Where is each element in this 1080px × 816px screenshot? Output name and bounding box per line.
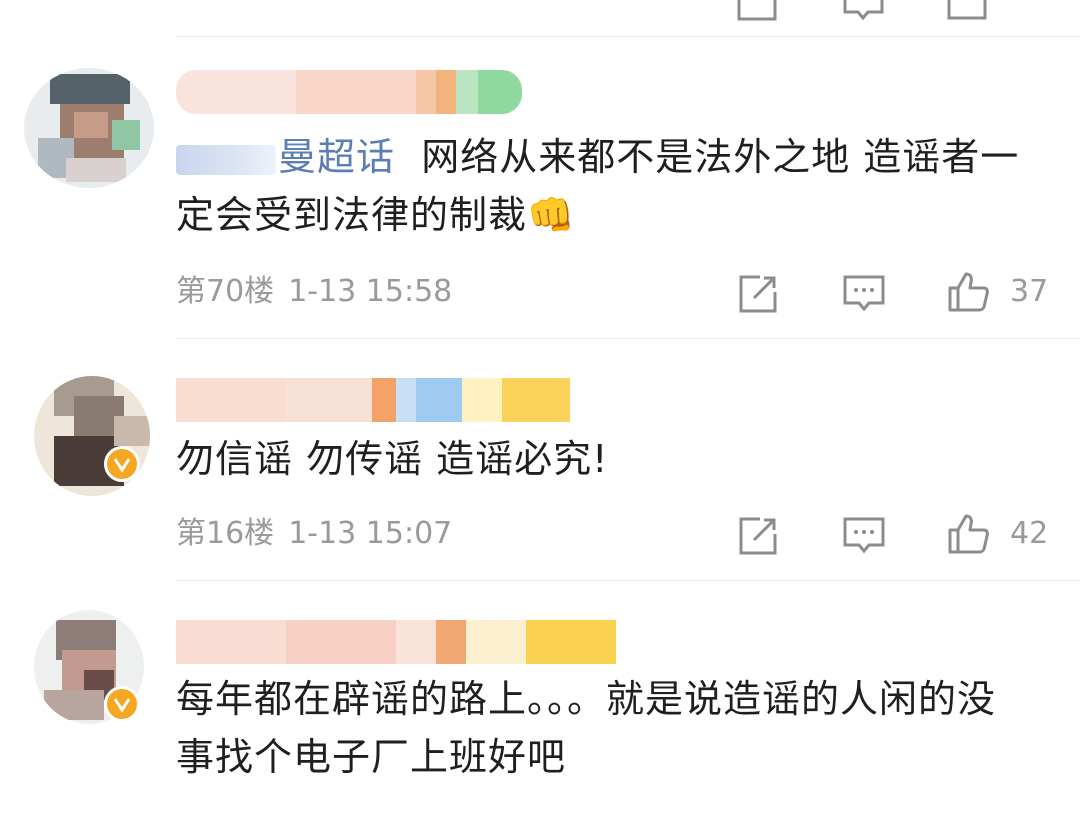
divider	[176, 580, 1080, 581]
username-blurred[interactable]	[176, 70, 522, 114]
username-blurred[interactable]	[176, 378, 570, 422]
comment-icon[interactable]	[842, 0, 886, 24]
thumbs-up-icon[interactable]	[946, 0, 990, 24]
like-count: 37	[1010, 274, 1049, 309]
comment-text: 每年都在辟谣的路上。。。就是说造谣的人闲的没事找个电子厂上班好吧	[176, 670, 1020, 786]
topic-link[interactable]: 曼超话	[278, 135, 395, 179]
topic-mask	[176, 144, 276, 175]
comment-icon[interactable]	[842, 272, 886, 316]
like-count: 42	[1010, 516, 1049, 551]
fist-emoji: 👊	[527, 193, 576, 237]
comment-meta: 第70楼 1-13 15:58	[176, 272, 452, 312]
previous-comment-meta	[0, 0, 1080, 36]
divider	[176, 338, 1080, 339]
verified-badge-icon	[104, 686, 140, 722]
timestamp: 1-13 15:58	[288, 274, 453, 309]
username-blurred[interactable]	[176, 620, 616, 664]
comment-meta: 第16楼 1-13 15:07	[176, 514, 452, 554]
divider	[176, 36, 1080, 37]
verified-badge-icon	[104, 446, 140, 482]
comment-body: 勿信谣 勿传谣 造谣必究!	[176, 437, 609, 481]
share-icon[interactable]	[736, 0, 780, 24]
comment-text: 勿信谣 勿传谣 造谣必究!	[176, 430, 1020, 488]
avatar[interactable]	[24, 68, 154, 188]
share-icon[interactable]	[736, 272, 780, 316]
floor-number: 第70楼	[176, 274, 275, 309]
timestamp: 1-13 15:07	[288, 516, 453, 551]
comment-text: 曼超话 网络从来都不是法外之地 造谣者一定会受到法律的制裁👊	[176, 128, 1020, 244]
comment-body: 每年都在辟谣的路上。。。就是说造谣的人闲的没事找个电子厂上班好吧	[176, 677, 997, 779]
thumbs-up-icon[interactable]	[946, 512, 990, 556]
floor-number: 第16楼	[176, 516, 275, 551]
comment-icon[interactable]	[842, 514, 886, 558]
thumbs-up-icon[interactable]	[946, 270, 990, 314]
share-icon[interactable]	[736, 514, 780, 558]
